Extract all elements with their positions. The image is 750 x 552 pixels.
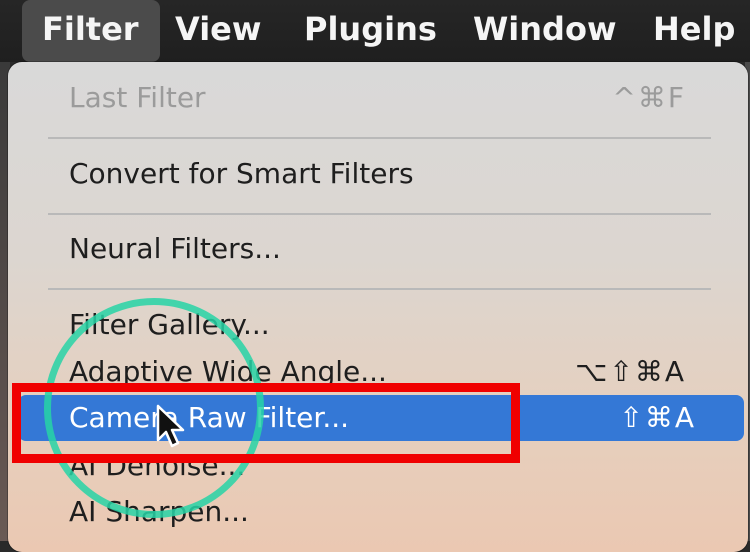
arrow-cursor-icon xyxy=(156,404,185,448)
menu-item-label: Convert for Smart Filters xyxy=(69,157,414,190)
menu-window[interactable]: Window xyxy=(473,0,617,62)
menu-item-convert-smart-filters[interactable]: Convert for Smart Filters xyxy=(8,151,748,197)
menu-separator xyxy=(48,213,711,215)
highlight-box xyxy=(12,383,520,463)
menu-item-last-filter: Last Filter ^⌘F xyxy=(8,75,748,121)
menu-separator xyxy=(48,288,711,290)
menu-item-label: Last Filter xyxy=(69,81,206,114)
menu-item-label: Neural Filters... xyxy=(69,232,281,265)
menu-item-shortcut: ⇧⌘A xyxy=(619,401,696,434)
menu-help[interactable]: Help xyxy=(653,0,735,62)
menu-item-shortcut: ^⌘F xyxy=(612,81,686,114)
menu-plugins[interactable]: Plugins xyxy=(304,0,437,62)
menu-bar: Filter View Plugins Window Help xyxy=(0,0,750,62)
menu-filter[interactable]: Filter xyxy=(22,0,160,62)
menu-item-shortcut: ⌥⇧⌘A xyxy=(575,355,686,388)
menu-separator xyxy=(48,137,711,139)
menu-item-neural-filters[interactable]: Neural Filters... xyxy=(8,226,748,272)
menu-view[interactable]: View xyxy=(175,0,261,62)
